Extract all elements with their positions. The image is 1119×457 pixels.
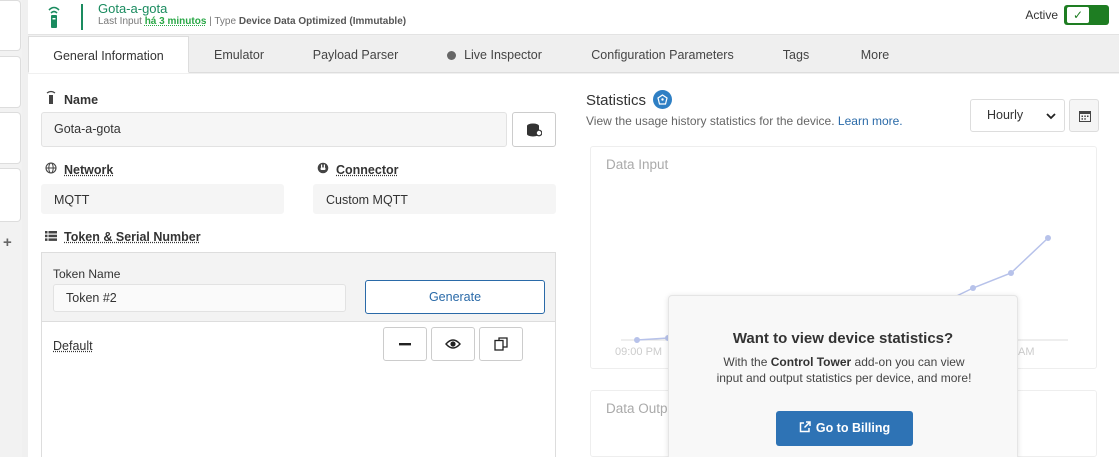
database-button[interactable] xyxy=(512,112,556,147)
name-input[interactable]: Gota-a-gota xyxy=(41,112,507,147)
statistics-upsell-modal: Want to view device statistics? With the… xyxy=(668,295,1018,457)
rail-card[interactable] xyxy=(0,56,21,108)
device-type: Device Data Optimized (Immutable) xyxy=(238,16,407,27)
token-create-row: Token Name Token #2 Generate xyxy=(42,253,555,322)
chart-point xyxy=(970,285,976,291)
remove-token-button[interactable] xyxy=(383,327,427,361)
chart-point xyxy=(1045,235,1051,241)
rail-card[interactable] xyxy=(0,112,21,164)
upsell-text: With the Control Tower add-on you can vi… xyxy=(716,355,972,385)
checkmark-icon: ✓ xyxy=(1067,7,1089,23)
copy-icon xyxy=(494,337,508,351)
add-icon[interactable]: + xyxy=(3,234,12,251)
token-section-label: Token & Serial Number xyxy=(44,230,201,244)
tab-configuration-parameters[interactable]: Configuration Parameters xyxy=(567,36,758,73)
badge-icon xyxy=(653,90,672,109)
learn-more-link[interactable]: Learn more. xyxy=(838,114,903,128)
last-input-time: há 3 minutos xyxy=(144,16,207,27)
database-icon xyxy=(527,123,543,137)
device-title[interactable]: Gota-a-gota xyxy=(98,1,167,16)
minus-icon xyxy=(399,343,411,346)
calendar-icon xyxy=(1079,111,1091,122)
device-subtitle: Last Input há 3 minutos | Type Device Da… xyxy=(98,16,407,27)
tab-emulator[interactable]: Emulator xyxy=(189,36,289,73)
header-divider xyxy=(81,4,83,30)
globe-icon xyxy=(44,162,58,177)
network-label: Network xyxy=(44,162,113,177)
tab-bar: General Information Emulator Payload Par… xyxy=(28,36,1119,73)
tab-live-inspector[interactable]: Live Inspector xyxy=(422,36,567,73)
token-name-label: Token Name xyxy=(53,267,121,281)
calendar-button[interactable] xyxy=(1069,99,1099,132)
data-output-title: Data Outp xyxy=(606,401,668,416)
rail-card[interactable] xyxy=(0,168,21,222)
active-toggle[interactable]: ✓ xyxy=(1064,5,1109,25)
network-field: MQTT xyxy=(41,184,284,214)
statistics-title: Statistics xyxy=(586,92,647,109)
list-icon xyxy=(44,230,58,244)
external-link-icon xyxy=(799,421,811,433)
token-default-name[interactable]: Default xyxy=(53,339,93,353)
view-token-button[interactable] xyxy=(431,327,475,361)
eye-icon xyxy=(445,339,461,349)
tab-general-information[interactable]: General Information xyxy=(28,36,189,73)
plug-icon xyxy=(316,162,330,177)
device-small-icon xyxy=(44,90,58,107)
token-panel: Token Name Token #2 Generate Default xyxy=(41,252,556,457)
statistics-description: View the usage history statistics for th… xyxy=(586,114,903,128)
status-dot-icon xyxy=(447,51,457,60)
tab-payload-parser[interactable]: Payload Parser xyxy=(289,36,422,73)
chart-point xyxy=(634,337,640,343)
generate-button[interactable]: Generate xyxy=(365,280,545,314)
chart-point xyxy=(1008,270,1014,276)
tab-tags[interactable]: Tags xyxy=(758,36,834,73)
rail-card[interactable] xyxy=(0,0,21,51)
connector-label: Connector xyxy=(316,162,399,177)
interval-select[interactable]: Hourly xyxy=(970,99,1065,132)
tab-more[interactable]: More xyxy=(834,36,916,73)
x-tick-last: AM xyxy=(1018,346,1035,358)
x-tick-first: 09:00 PM xyxy=(615,346,663,358)
name-label: Name xyxy=(44,90,98,107)
upsell-title: Want to view device statistics? xyxy=(732,330,954,347)
token-name-input[interactable]: Token #2 xyxy=(53,284,346,312)
main-content: Name Gota-a-gota Network MQTT Connector … xyxy=(28,74,1119,457)
connector-field: Custom MQTT xyxy=(313,184,556,214)
active-label: Active xyxy=(1025,8,1058,22)
chevron-down-icon xyxy=(1046,100,1056,132)
left-rail: + xyxy=(0,0,22,457)
device-header: Gota-a-gota Last Input há 3 minutos | Ty… xyxy=(28,0,1119,35)
copy-token-button[interactable] xyxy=(479,327,523,361)
device-icon xyxy=(48,6,60,28)
go-to-billing-button[interactable]: Go to Billing xyxy=(776,411,913,446)
